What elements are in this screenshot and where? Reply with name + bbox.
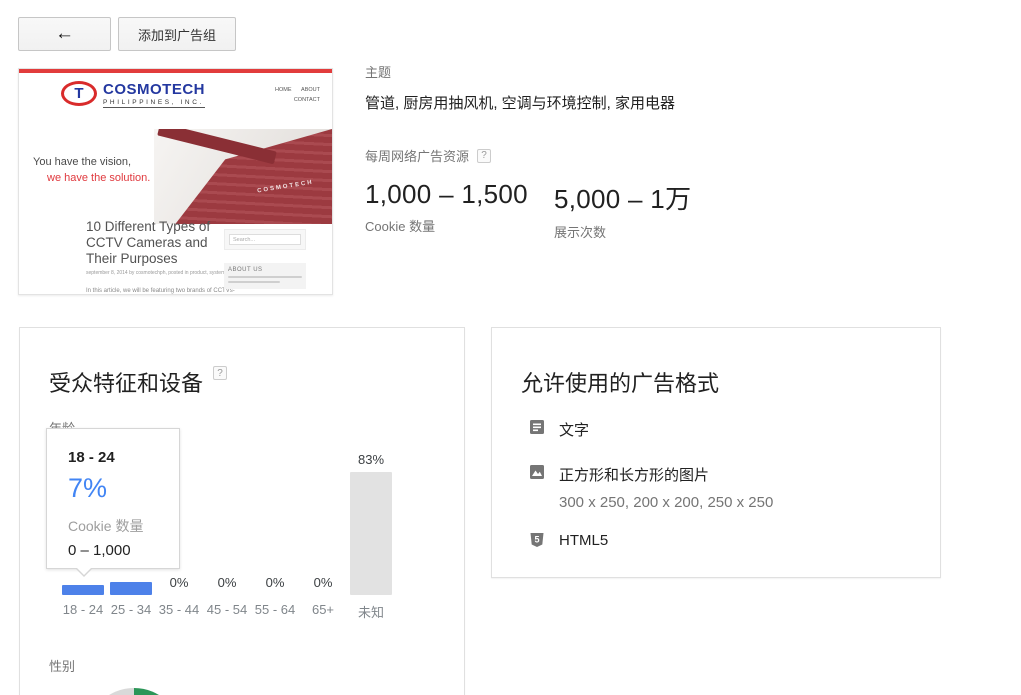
site-article-title: 10 Different Types of CCTV Cameras and T…: [86, 219, 228, 267]
site-article: 10 Different Types of CCTV Cameras and T…: [86, 219, 228, 294]
cookie-count-metric: 1,000 – 1,500 Cookie 数量: [365, 179, 528, 241]
tooltip-metric-value: 0 – 1,000: [68, 542, 179, 559]
site-nav-home: HOME: [275, 87, 292, 93]
add-to-adgroup-label: 添加到广告组: [138, 25, 216, 44]
tooltip-percent: 7%: [68, 473, 179, 504]
gender-pie-chart[interactable]: [86, 688, 182, 695]
age-bar[interactable]: [62, 585, 104, 595]
gender-section-label: 性别: [49, 656, 75, 675]
ad-formats-card: 允许使用的广告格式 文字 正方形和长方形的图片 300 x 250, 200 x…: [491, 327, 941, 578]
ad-formats-title: 允许使用的广告格式: [521, 366, 719, 398]
placement-detail-page: ← 添加到广告组 T COSMOTECH PHILIPPINES, INC. H…: [0, 0, 1021, 695]
back-arrow-icon: ←: [55, 23, 74, 45]
tooltip-age-range: 18 - 24: [68, 449, 179, 466]
age-category-label: 18 - 24: [63, 602, 103, 617]
age-chart-column[interactable]: 0% 65+: [299, 450, 347, 621]
site-sidebar: Search... ABOUT US: [224, 229, 306, 289]
topics-label: 主题: [365, 62, 724, 81]
site-article-meta: september 8, 2014 by cosmotechph, posted…: [86, 270, 228, 276]
topics-value: 管道, 厨房用抽风机, 空调与环境控制, 家用电器: [365, 92, 724, 113]
impressions-metric: 5,000 – 1万 展示次数: [554, 179, 698, 241]
chart-tooltip: 18 - 24 7% Cookie 数量 0 – 1,000: [46, 428, 180, 569]
age-chart-column[interactable]: 0% 55 - 64: [251, 450, 299, 621]
site-search-input: Search...: [229, 234, 301, 245]
format-item-html5: 5 HTML5: [529, 532, 608, 549]
site-tagline: You have the vision, we have the solutio…: [33, 155, 150, 187]
bar-value-label: 0%: [314, 575, 333, 590]
age-category-label: 65+: [312, 602, 334, 617]
back-button[interactable]: ←: [18, 17, 111, 51]
site-about-panel: ABOUT US: [224, 263, 306, 289]
age-bar[interactable]: [350, 472, 392, 595]
help-icon[interactable]: ?: [477, 149, 491, 163]
site-nav-about: ABOUT: [301, 87, 320, 93]
age-category-label: 35 - 44: [159, 602, 199, 617]
format-item-image: 正方形和长方形的图片 300 x 250, 200 x 200, 250 x 2…: [529, 464, 773, 511]
age-category-label: 未知: [358, 602, 384, 621]
age-category-label: 45 - 54: [207, 602, 247, 617]
site-logo-mark: T: [61, 81, 97, 106]
inventory-metrics: 1,000 – 1,500 Cookie 数量 5,000 – 1万 展示次数: [365, 179, 724, 241]
site-logo: T COSMOTECH PHILIPPINES, INC.: [61, 81, 205, 108]
site-text-line: [228, 281, 280, 283]
age-chart-column[interactable]: 0% 45 - 54: [203, 450, 251, 621]
site-text-line: [228, 276, 302, 278]
add-to-adgroup-button[interactable]: 添加到广告组: [118, 17, 236, 51]
site-article-excerpt: In this article, we will be featuring tw…: [86, 288, 228, 294]
format-item-text: 文字: [529, 419, 589, 440]
demographics-help-icon[interactable]: ?: [213, 366, 227, 380]
site-preview-thumbnail[interactable]: T COSMOTECH PHILIPPINES, INC. HOME ABOUT…: [18, 68, 333, 295]
site-top-bar: [19, 69, 332, 73]
site-tagline-line1: You have the vision,: [33, 155, 150, 171]
age-category-label: 25 - 34: [111, 602, 151, 617]
impressions-value: 5,000 – 1万: [554, 179, 698, 216]
format-text-label: 文字: [559, 419, 589, 440]
site-search-panel: Search...: [224, 229, 306, 250]
site-about-heading: ABOUT US: [228, 267, 302, 273]
age-bar[interactable]: [110, 582, 152, 595]
cookie-count-value: 1,000 – 1,500: [365, 179, 528, 210]
site-tagline-line2: we have the solution.: [47, 171, 150, 187]
text-ad-icon: [529, 419, 545, 435]
html5-ad-icon: 5: [529, 532, 545, 548]
format-image-label: 正方形和长方形的图片: [559, 464, 773, 485]
inventory-label: 每周网络广告资源: [365, 146, 469, 165]
demographics-card: 受众特征和设备 ? 年龄 18 - 2425 - 340%35 - 440%45…: [19, 327, 465, 695]
bar-value-label: 0%: [218, 575, 237, 590]
tooltip-metric-label: Cookie 数量: [68, 516, 179, 536]
cookie-count-label: Cookie 数量: [365, 216, 528, 235]
site-logo-text: COSMOTECH: [103, 81, 205, 98]
svg-text:5: 5: [534, 535, 539, 545]
site-nav: HOME ABOUT CONTACT: [267, 86, 320, 106]
building-roof: [157, 129, 277, 164]
format-html5-label: HTML5: [559, 532, 608, 549]
bar-value-label: 0%: [266, 575, 285, 590]
impressions-label: 展示次数: [554, 222, 698, 241]
site-building-photo: COSMOTECH: [154, 129, 332, 224]
age-chart-column[interactable]: 83% 未知: [347, 450, 395, 621]
format-image-sizes: 300 x 250, 200 x 200, 250 x 250: [559, 494, 773, 511]
placement-details: 主题 管道, 厨房用抽风机, 空调与环境控制, 家用电器 每周网络广告资源 ? …: [365, 62, 724, 241]
image-ad-icon: [529, 464, 545, 480]
site-logo-letter: T: [74, 86, 83, 101]
site-logo-subtext: PHILIPPINES, INC.: [103, 99, 205, 108]
age-category-label: 55 - 64: [255, 602, 295, 617]
bar-value-label: 0%: [170, 575, 189, 590]
site-nav-contact: CONTACT: [294, 97, 320, 103]
demographics-title: 受众特征和设备: [49, 366, 203, 398]
bar-value-label: 83%: [358, 452, 384, 467]
